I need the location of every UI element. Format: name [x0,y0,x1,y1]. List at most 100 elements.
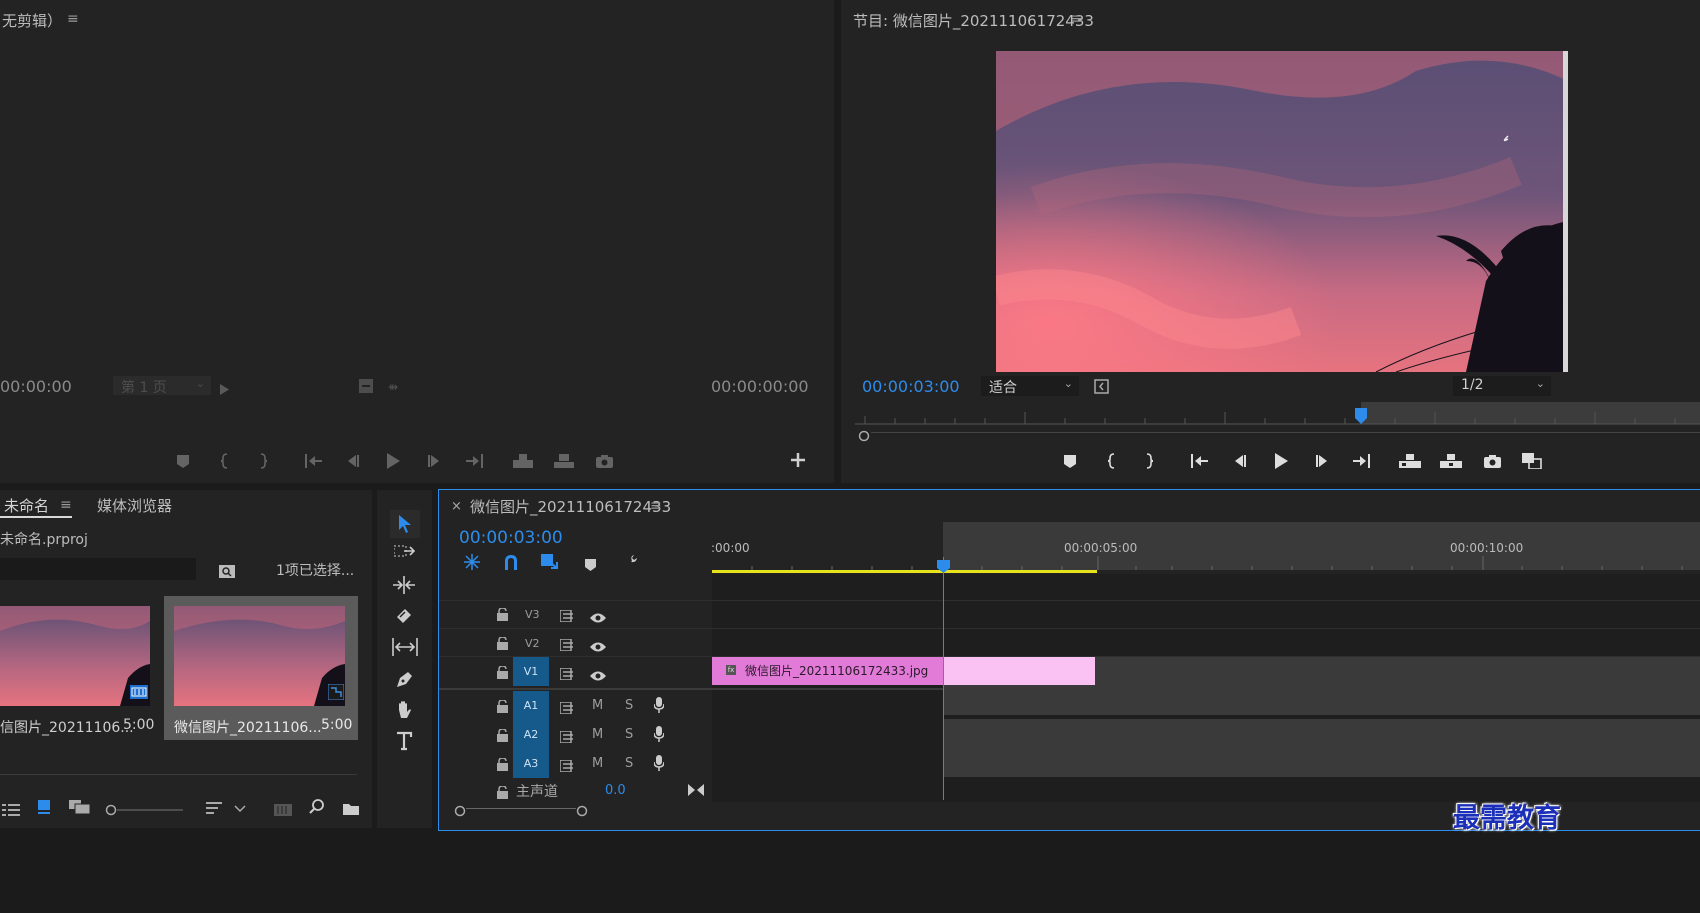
solo-button[interactable]: S [625,698,633,713]
camera-icon[interactable] [591,448,617,474]
pen-tool-icon[interactable] [395,669,415,693]
video-track-v1-empty[interactable] [1094,656,1700,685]
step-back-icon[interactable] [1227,448,1253,474]
timeline-timecode[interactable]: 00:00:03:00 [459,528,563,548]
play-icon[interactable] [380,448,406,474]
type-tool-icon[interactable] [396,731,414,755]
slip-tool-icon[interactable] [392,638,418,660]
sync-lock-icon[interactable] [559,757,575,776]
add-button-icon[interactable] [791,452,805,471]
overwrite-icon[interactable] [551,448,577,474]
extract-icon[interactable] [1438,448,1464,474]
sync-lock-icon[interactable] [559,699,575,718]
track-target-a2[interactable]: A2 [513,720,549,749]
compare-view-icon[interactable] [1519,448,1545,474]
play-icon[interactable] [1268,448,1294,474]
program-video-preview[interactable] [992,51,1569,373]
track-label-v2[interactable]: V2 [525,637,540,650]
master-volume-value[interactable]: 0.0 [605,783,626,798]
zoom-handle-icon[interactable] [858,427,870,446]
close-sequence-icon[interactable]: × [451,499,462,514]
lock-icon[interactable] [497,635,508,654]
search-icon[interactable] [309,799,325,819]
lock-icon[interactable] [497,756,508,775]
playhead[interactable] [943,557,944,800]
source-timecode-right[interactable]: 00:00:00:00 [711,377,809,396]
lock-icon[interactable] [497,606,508,625]
audio-track-a2-area[interactable] [944,719,1700,749]
mark-out-icon[interactable] [1136,448,1162,474]
page-dropdown[interactable]: 第 1 页 ⌄ [113,376,211,396]
sync-lock-icon[interactable] [559,665,575,684]
drag-video-icon[interactable]: ⇻ [388,380,398,394]
mute-button[interactable]: M [592,698,603,713]
insert-icon[interactable] [510,448,536,474]
playhead-handle-icon[interactable] [937,558,950,577]
microphone-icon[interactable] [653,726,665,746]
lock-icon[interactable] [497,698,508,717]
solo-button[interactable]: S [625,756,633,771]
track-select-tool-icon[interactable] [393,544,416,564]
tab-project[interactable]: 未命名 [4,495,49,516]
add-marker-icon[interactable] [1057,448,1083,474]
sort-icon[interactable] [206,800,246,819]
resolution-dropdown[interactable]: 1/2 ⌄ [1453,376,1551,396]
panel-menu-icon[interactable]: ≡ [67,11,79,27]
find-bin-icon[interactable] [219,563,235,582]
step-back-icon[interactable] [340,448,366,474]
step-forward-icon[interactable] [1309,448,1335,474]
camera-icon[interactable] [1479,448,1505,474]
zoom-handle-icon[interactable] [576,802,588,821]
ripple-edit-tool-icon[interactable] [393,576,415,598]
zoom-scrollbar[interactable] [871,432,1700,433]
lock-icon[interactable] [497,727,508,746]
add-marker-icon[interactable] [585,556,596,575]
panel-menu-icon[interactable]: ≡ [650,498,662,514]
track-target-a3[interactable]: A3 [513,749,549,778]
go-to-in-icon[interactable] [301,448,327,474]
mark-in-icon[interactable] [212,448,238,474]
audio-track-a3-area[interactable] [944,747,1700,777]
sync-lock-icon[interactable] [559,607,575,626]
selection-tool-icon[interactable] [390,510,420,538]
icon-view-icon[interactable] [38,799,52,818]
sync-lock-icon[interactable] [559,636,575,655]
project-item[interactable]: 信图片_20211106... 5:00 [0,596,163,740]
go-to-in-icon[interactable] [1187,448,1213,474]
razor-tool-icon[interactable] [395,607,413,629]
timeline-time-ruler[interactable] [712,522,1700,574]
settings-wrench-icon[interactable] [1094,379,1109,398]
lock-icon[interactable] [497,664,508,683]
go-to-end-icon[interactable] [688,781,704,800]
track-label-v3[interactable]: V3 [525,608,540,621]
project-item-selected[interactable]: 微信图片_20211106... 5:00 [164,596,358,740]
play-small-icon[interactable] [220,380,229,399]
timeline-clip[interactable]: fx 微信图片_20211106172433.jpg [712,657,944,685]
step-forward-icon[interactable] [421,448,447,474]
program-timecode[interactable]: 00:00:03:00 [862,377,960,396]
fit-dropdown[interactable]: 适合 ⌄ [981,376,1079,396]
search-input[interactable] [0,558,196,580]
list-view-icon[interactable] [2,801,20,820]
panel-menu-icon[interactable]: ≡ [60,497,72,513]
go-to-out-icon[interactable] [461,448,487,474]
freeform-view-icon[interactable] [69,799,91,818]
new-bin-icon[interactable] [343,800,359,819]
snap-magnet-icon[interactable] [503,554,519,574]
microphone-icon[interactable] [653,755,665,775]
eye-icon[interactable] [590,666,606,685]
microphone-icon[interactable] [653,697,665,717]
mark-in-icon[interactable] [1099,448,1125,474]
panel-menu-icon[interactable]: ≡ [1071,11,1083,27]
linked-selection-icon[interactable] [541,554,559,574]
export-frame-icon[interactable] [359,378,373,397]
program-time-ruler[interactable] [855,402,1700,426]
sync-lock-icon[interactable] [559,728,575,747]
lift-icon[interactable] [1397,448,1423,474]
eye-icon[interactable] [590,608,606,627]
tab-media-browser[interactable]: 媒体浏览器 [97,495,172,516]
hand-tool-icon[interactable] [395,700,415,724]
nest-toggle-icon[interactable] [463,554,481,574]
add-marker-icon[interactable] [170,448,196,474]
track-target-v1[interactable]: V1 [513,657,549,686]
